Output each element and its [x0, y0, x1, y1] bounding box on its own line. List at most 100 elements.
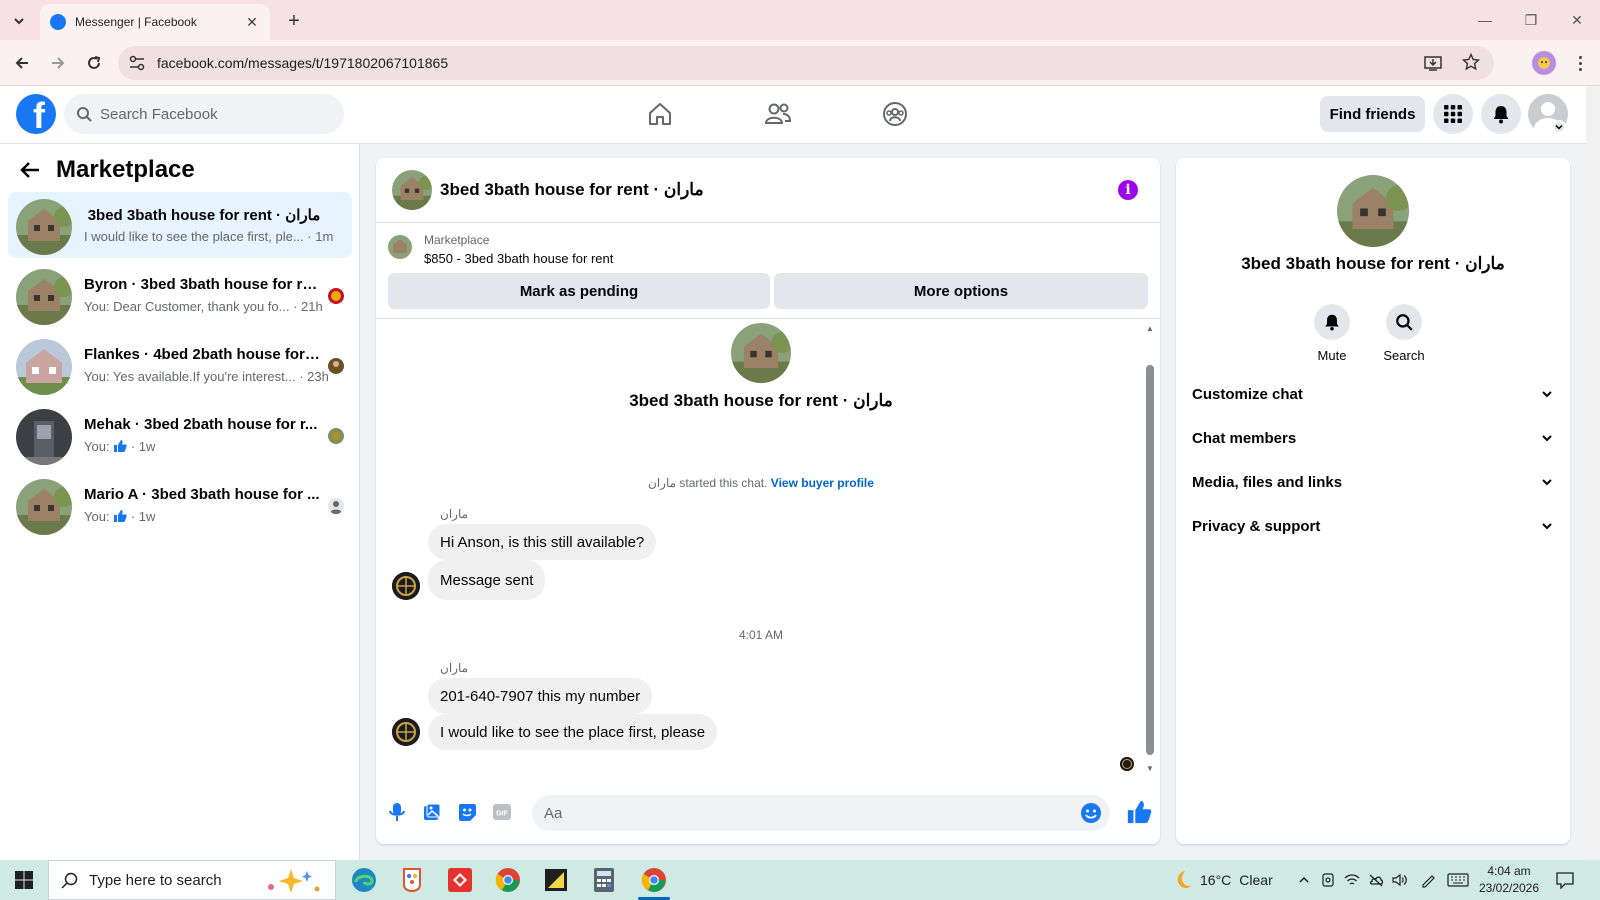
minimize-icon[interactable]: —: [1470, 8, 1500, 32]
sender-avatar[interactable]: [392, 572, 420, 600]
search-label: Search: [1383, 348, 1425, 363]
close-tab-icon[interactable]: ✕: [244, 14, 260, 30]
browser-menu-icon[interactable]: [1570, 51, 1590, 75]
message-bubble[interactable]: 201-640-7907 this my number: [428, 678, 653, 714]
clock-date: 23/02/2026: [1478, 881, 1540, 895]
windows-start-icon[interactable]: [0, 860, 48, 900]
back-icon[interactable]: [10, 51, 34, 75]
facebook-search-input[interactable]: [100, 94, 330, 134]
forward-icon[interactable]: [46, 51, 70, 75]
sticker-icon[interactable]: [456, 801, 478, 823]
listing-price-title[interactable]: $850 - 3bed 3bath house for rent: [424, 251, 613, 266]
account-chevron-icon[interactable]: [1552, 120, 1566, 134]
conversation-item[interactable]: Mehak · 3bed 2bath house for r... You: ·…: [8, 402, 352, 468]
new-tab-icon[interactable]: +: [282, 9, 306, 33]
mute-button[interactable]: Mute: [1302, 304, 1362, 363]
page-scrollbar[interactable]: [1586, 86, 1600, 860]
mark-as-pending-button[interactable]: Mark as pending: [388, 273, 770, 309]
wifi-icon[interactable]: [1344, 872, 1360, 888]
address-bar[interactable]: facebook.com/messages/t/1971802067101865: [118, 46, 1494, 80]
chat-intro-avatar: [731, 323, 791, 383]
chat-members-section[interactable]: Chat members: [1176, 416, 1570, 460]
bell-icon: [1314, 304, 1350, 340]
keyboard-icon[interactable]: [1446, 872, 1470, 888]
time-separator: 4:01 AM: [738, 628, 784, 642]
info-name: 3bed 3bath house for rent · ماران: [1241, 254, 1505, 273]
chat-panel: 3bed 3bath house for rent · ماران i Mark…: [376, 158, 1160, 844]
section-label: Chat members: [1192, 429, 1297, 447]
microphone-icon[interactable]: [386, 801, 408, 823]
message-composer: GIF: [376, 779, 1160, 844]
customize-chat-section[interactable]: Customize chat: [1176, 372, 1570, 416]
system-clock[interactable]: 4:04 am 23/02/2026: [1476, 863, 1542, 897]
conversation-item[interactable]: Mario A · 3bed 3bath house for ... You: …: [8, 472, 352, 538]
notifications-bell-icon[interactable]: [1481, 94, 1521, 134]
facebook-header: f Find friends: [0, 86, 1586, 144]
friends-icon[interactable]: [758, 96, 798, 132]
tab-search-chevron-icon[interactable]: [8, 10, 30, 32]
install-app-icon[interactable]: [1424, 54, 1442, 72]
back-arrow-icon[interactable]: [18, 158, 42, 182]
browser-profile-icon[interactable]: [1532, 51, 1556, 75]
message-input-container[interactable]: [532, 795, 1110, 831]
notification-center-icon[interactable]: [1556, 871, 1574, 889]
media-files-links-section[interactable]: Media, files and links: [1176, 460, 1570, 504]
chat-title[interactable]: 3bed 3bath house for rent · ماران: [440, 180, 704, 200]
listing-source: Marketplace: [424, 233, 490, 247]
info-icon[interactable]: i: [1118, 180, 1138, 200]
info-avatar[interactable]: [1337, 175, 1409, 247]
facebook-logo[interactable]: f: [16, 94, 56, 134]
paint-app-icon[interactable]: [392, 864, 432, 896]
bookmark-star-icon[interactable]: [1462, 53, 1480, 71]
message-scrollbar[interactable]: ▲ ▼: [1146, 325, 1154, 773]
chrome-active-window-icon[interactable]: [634, 864, 674, 900]
listing-thumbnail[interactable]: [388, 235, 412, 259]
chat-avatar[interactable]: [392, 170, 432, 210]
close-window-icon[interactable]: ✕: [1562, 8, 1592, 32]
groups-icon[interactable]: [875, 96, 915, 132]
meet-now-icon[interactable]: [1320, 872, 1336, 888]
message-bubble[interactable]: I would like to see the place first, ple…: [428, 714, 718, 750]
onedrive-offline-icon[interactable]: [1368, 872, 1384, 888]
chrome-icon[interactable]: [488, 864, 528, 896]
snippet-time: · 1w: [130, 509, 156, 524]
privacy-support-section[interactable]: Privacy & support: [1176, 504, 1570, 548]
scrollbar-thumb[interactable]: [1146, 365, 1154, 755]
message-bubble[interactable]: Hi Anson, is this still available?: [428, 524, 657, 560]
sender-avatar[interactable]: [392, 718, 420, 746]
home-icon[interactable]: [640, 96, 680, 132]
scroll-up-icon[interactable]: ▲: [1146, 325, 1154, 333]
calculator-icon[interactable]: [584, 864, 624, 896]
scroll-down-icon[interactable]: ▼: [1146, 765, 1154, 773]
conversation-item[interactable]: Flankes · 4bed 2bath house for r... You:…: [8, 332, 352, 398]
view-buyer-profile-link[interactable]: View buyer profile: [771, 476, 874, 490]
message-thread[interactable]: 3bed 3bath house for rent · ماران ماران …: [376, 319, 1160, 779]
more-options-button[interactable]: More options: [774, 273, 1148, 309]
menu-grid-icon[interactable]: [1433, 94, 1473, 134]
find-friends-button[interactable]: Find friends: [1320, 96, 1425, 132]
gif-icon[interactable]: GIF: [491, 801, 513, 823]
edge-browser-icon[interactable]: [344, 864, 384, 896]
thumbs-up-send-icon[interactable]: [1126, 799, 1152, 825]
conversation-item[interactable]: Byron · 3bed 3bath house for rent You: D…: [8, 262, 352, 328]
anydesk-app-icon[interactable]: [440, 864, 480, 896]
show-hidden-icons-chevron-icon[interactable]: [1296, 872, 1312, 888]
volume-icon[interactable]: [1392, 872, 1408, 888]
taskbar-search[interactable]: Type here to search: [48, 860, 336, 900]
reload-icon[interactable]: [82, 51, 106, 75]
message-bubble[interactable]: Message sent: [428, 560, 546, 600]
conversation-item[interactable]: 3bed 3bath house for rent · ماران I woul…: [8, 192, 352, 258]
restore-icon[interactable]: ❐: [1516, 8, 1546, 32]
weather-widget[interactable]: 16°C Clear: [1170, 868, 1280, 892]
search-conversation-button[interactable]: Search: [1374, 304, 1434, 363]
photo-icon[interactable]: [421, 801, 443, 823]
browser-tab[interactable]: Messenger | Facebook ✕: [40, 4, 270, 40]
seen-avatar-icon: [328, 428, 344, 444]
sticky-notes-icon[interactable]: [536, 864, 576, 896]
conversation-snippet: You: Yes available.If you're interest...…: [84, 369, 329, 384]
facebook-search[interactable]: [64, 94, 344, 134]
message-input[interactable]: [544, 795, 1064, 831]
emoji-icon[interactable]: [1080, 802, 1102, 824]
pen-workspace-icon[interactable]: [1420, 872, 1436, 888]
site-info-icon[interactable]: [128, 54, 146, 72]
